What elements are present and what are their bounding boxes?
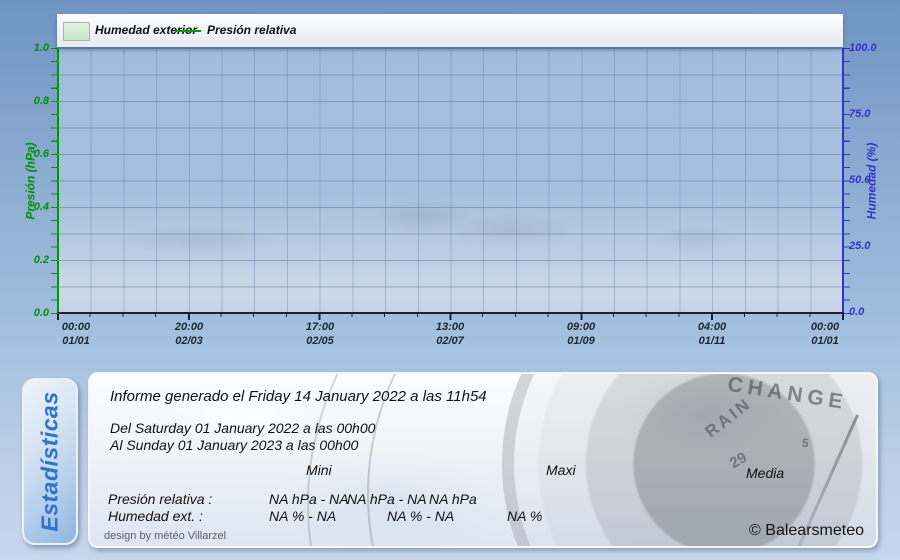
x-tick-label: 09:0001/09 — [567, 320, 595, 348]
row-humidity-mini: NA % - NA — [269, 508, 336, 524]
pressure-axis-title-wrap: Presión (hPa) — [20, 48, 42, 313]
chart-legend: Humedad exterior Presión relativa — [57, 14, 843, 47]
statistics-report-page: { "legend": { "humidity_label": "Humedad… — [0, 0, 900, 560]
column-header-maxi: Maxi — [546, 462, 576, 478]
pressure-series-line-sample — [175, 30, 201, 32]
column-header-mini: Mini — [306, 462, 332, 478]
x-tick-label: 04:0001/11 — [698, 320, 726, 348]
pressure-axis-line — [57, 48, 59, 314]
report-generated-line: Informe generado el Friday 14 January 20… — [110, 388, 487, 405]
row-pressure-media: NA hPa — [429, 491, 477, 507]
x-tick-label: 17:0002/05 — [306, 320, 334, 348]
row-humidity-media: NA % — [507, 508, 542, 524]
x-tick-label: 00:0001/01 — [62, 320, 90, 348]
row-humidity-maxi: NA % - NA — [387, 508, 454, 524]
tab-estadisticas-label: Estadísticas — [37, 391, 64, 531]
row-pressure-mini: NA hPa - NA — [269, 491, 349, 507]
humidity-axis-title: Humedad (%) — [864, 142, 878, 219]
legend-pressure-label: Presión relativa — [207, 23, 296, 37]
column-header-media: Media — [746, 465, 784, 481]
row-humidity-label: Humedad ext. : — [108, 508, 203, 524]
time-axis-labels: 00:0001/01 20:0002/03 17:0002/05 13:0002… — [0, 320, 900, 352]
design-credit: design by météo Villarzel — [104, 530, 226, 542]
x-tick-label: 13:0002/07 — [436, 320, 464, 348]
chart-plot-area — [58, 48, 843, 313]
row-pressure-maxi: NA hPa - NA — [347, 491, 427, 507]
tab-estadisticas[interactable]: Estadísticas — [22, 378, 78, 545]
report-period-from: Del Saturday 01 January 2022 a las 00h00 — [110, 420, 375, 436]
pressure-axis-title: Presión (hPa) — [24, 142, 38, 219]
x-tick-label: 20:0002/03 — [175, 320, 203, 348]
legend-decorative-photo — [765, 14, 843, 47]
copyright-text: © Balearsmeteo — [749, 522, 864, 540]
statistics-panel: CHANGE RAIN 29 5 Informe generado el Fri… — [88, 372, 878, 548]
humidity-series-swatch — [63, 22, 90, 41]
row-pressure-label: Presión relativa : — [108, 491, 212, 507]
x-tick-label: 00:0001/01 — [811, 320, 839, 348]
humidity-axis-title-wrap: Humedad (%) — [860, 48, 882, 313]
report-period-to: Al Sunday 01 January 2023 a las 00h00 — [110, 437, 358, 453]
